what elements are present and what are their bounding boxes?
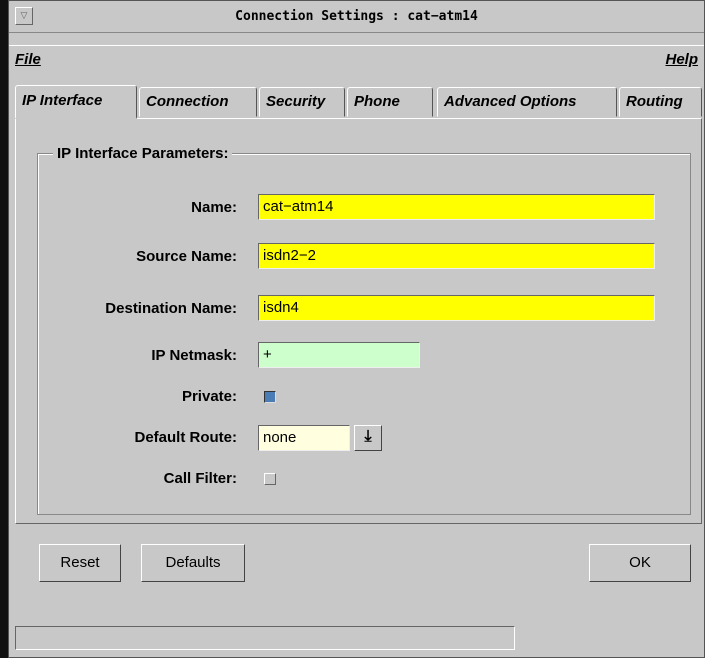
dropdown-arrow-icon[interactable]: ⤓ (354, 425, 382, 451)
title-bar: ▽ Connection Settings : cat−atm14 (9, 1, 704, 33)
tab-ip-interface[interactable]: IP Interface (15, 85, 137, 119)
tab-connection[interactable]: Connection (139, 87, 257, 117)
ip-netmask-field[interactable]: + (258, 342, 420, 368)
private-checkbox[interactable] (264, 391, 276, 403)
private-label: Private: (181, 388, 237, 405)
left-edge (0, 0, 8, 658)
status-bar (15, 626, 515, 650)
call-filter-label: Call Filter: (163, 470, 237, 487)
window-title: Connection Settings : cat−atm14 (235, 9, 478, 24)
destination-name-field[interactable]: isdn4 (258, 295, 655, 321)
source-name-label: Source Name: (136, 248, 237, 265)
name-field[interactable]: cat−atm14 (258, 194, 655, 220)
source-name-field[interactable]: isdn2−2 (258, 243, 655, 269)
default-route-select[interactable]: none (258, 425, 350, 451)
ip-netmask-label: IP Netmask: (151, 347, 237, 364)
group-title: IP Interface Parameters: (53, 145, 233, 162)
reset-button[interactable]: Reset (39, 544, 121, 582)
ok-button[interactable]: OK (589, 544, 691, 582)
tab-routing[interactable]: Routing (619, 87, 702, 117)
menu-help[interactable]: Help (665, 51, 698, 68)
menu-file[interactable]: File (15, 51, 41, 68)
name-label: Name: (191, 199, 237, 216)
dialog-window: ▽ Connection Settings : cat−atm14 File H… (8, 0, 705, 658)
defaults-button[interactable]: Defaults (141, 544, 245, 582)
tab-phone[interactable]: Phone (347, 87, 433, 117)
default-route-label: Default Route: (134, 429, 238, 446)
tab-advanced-options[interactable]: Advanced Options (437, 87, 617, 117)
call-filter-checkbox[interactable] (264, 473, 276, 485)
tab-security[interactable]: Security (259, 87, 345, 117)
destination-name-label: Destination Name: (105, 300, 237, 317)
menu-bar: File Help (9, 45, 704, 77)
